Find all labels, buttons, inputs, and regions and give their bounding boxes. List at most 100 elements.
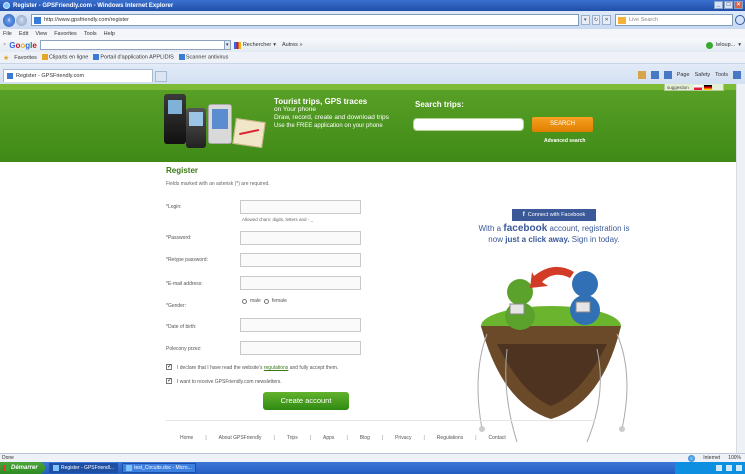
password-field[interactable] — [240, 231, 361, 245]
tools-menu[interactable]: Tools — [715, 72, 728, 78]
login-field[interactable] — [240, 200, 361, 214]
google-account[interactable]: leloup... — [716, 42, 735, 48]
print-icon[interactable] — [663, 71, 672, 79]
referral-label: Polecony przez: — [166, 346, 202, 352]
windows-taskbar: Démarrer Register - GPSFriendl... test_C… — [0, 462, 745, 474]
favorites-star-icon[interactable]: ★ — [3, 54, 9, 62]
tab-favicon — [7, 73, 13, 79]
footer-blog-link[interactable]: Blog — [360, 435, 370, 441]
favorite-item-cliparts[interactable]: Cliparts en ligne — [41, 54, 88, 61]
menu-edit[interactable]: Edit — [19, 31, 28, 37]
taskbar-item-ie[interactable]: Register - GPSFriendl... — [49, 463, 119, 473]
close-toolbar-icon[interactable]: × — [3, 42, 6, 48]
footer-trips-link[interactable]: Trips — [287, 435, 298, 441]
help-icon[interactable] — [733, 71, 741, 79]
new-tab-button[interactable] — [155, 71, 167, 82]
gender-label: *Gender: — [166, 303, 187, 309]
flag-pl-icon[interactable] — [693, 84, 702, 90]
search-trips-input[interactable] — [413, 118, 524, 131]
tray-icon[interactable] — [736, 465, 742, 471]
status-right: Internet 100% — [688, 454, 741, 462]
green-figure-head — [507, 279, 533, 305]
menu-help[interactable]: Help — [104, 31, 115, 37]
feeds-icon[interactable] — [650, 71, 659, 79]
tab-register[interactable]: Register - GPSFriendly.com — [3, 69, 153, 82]
footer-about-link[interactable]: About GPSFriendly — [219, 435, 262, 441]
google-search-button[interactable]: Rechercher ▾ — [233, 41, 276, 49]
footer-regulations-link[interactable]: Regulations — [437, 435, 463, 441]
banner-tagline: Tourist trips, GPS traces on Your phone … — [274, 98, 389, 130]
google-more-button[interactable]: Autres » — [282, 42, 302, 48]
tray-icon[interactable] — [716, 465, 722, 471]
zoom-level[interactable]: 100% — [728, 455, 741, 461]
menu-file[interactable]: File — [3, 31, 12, 37]
gender-male-radio[interactable] — [242, 298, 247, 304]
footer-privacy-link[interactable]: Privacy — [395, 435, 411, 441]
maximize-button[interactable]: □ — [724, 1, 733, 9]
suggestion-label: suggestion — [667, 84, 689, 90]
google-search-icon — [233, 41, 241, 49]
search-trips-title: Search trips: — [415, 100, 464, 109]
blue-figure-head — [572, 271, 598, 297]
live-search-input[interactable]: Live Search — [615, 14, 734, 26]
safety-menu[interactable]: Safety — [695, 72, 711, 78]
banner-highlight — [0, 84, 736, 90]
minimize-button[interactable]: _ — [714, 1, 723, 9]
terms-checkbox[interactable]: ✓ — [166, 364, 172, 370]
retype-password-field[interactable] — [240, 253, 361, 267]
refresh-button[interactable]: ↻ — [591, 15, 601, 25]
ie-icon — [3, 2, 10, 9]
gender-female-label: female — [271, 298, 287, 304]
tab-title: Register - GPSFriendly.com — [16, 73, 85, 79]
window-titlebar: Register - GPSFriendly.com - Windows Int… — [0, 0, 745, 11]
google-search-input[interactable] — [39, 40, 225, 50]
internet-zone-icon — [688, 454, 696, 462]
tray-icon[interactable] — [726, 465, 732, 471]
smartphone-device-icon — [208, 104, 232, 144]
search-button[interactable]: SEARCH — [532, 117, 593, 132]
create-account-button[interactable]: Create account — [263, 392, 349, 410]
start-button[interactable]: Démarrer — [0, 462, 45, 474]
google-search-dropdown[interactable]: ▾ — [224, 40, 231, 50]
home-icon[interactable] — [637, 71, 646, 79]
google-search-label: Rechercher — [242, 42, 272, 48]
window-title: Register - GPSFriendly.com - Windows Int… — [13, 2, 174, 9]
zone-label: Internet — [703, 455, 721, 461]
favorite-item-scanner[interactable]: Scanner antivirus — [178, 54, 228, 61]
footer-apps-link[interactable]: Apps — [323, 435, 334, 441]
window-controls: _ □ × — [714, 1, 743, 9]
vertical-scrollbar[interactable] — [736, 84, 745, 453]
menu-view[interactable]: View — [35, 31, 47, 37]
footer-home-link[interactable]: Home — [180, 435, 193, 441]
page-menu[interactable]: Page — [677, 72, 690, 78]
favorite-item-applidis[interactable]: Portail d'application APPLIDIS — [93, 54, 174, 61]
gps-device-icon — [509, 303, 525, 315]
page-content: suggestion Tourist trips, GPS traces on … — [0, 84, 745, 453]
search-icon[interactable] — [735, 15, 745, 25]
footer-contact-link[interactable]: Contact — [489, 435, 506, 441]
dob-field[interactable] — [240, 318, 361, 332]
status-bar: Done Internet 100% — [0, 453, 745, 462]
language-selector[interactable]: suggestion — [664, 84, 724, 91]
stop-button[interactable]: ✕ — [602, 15, 611, 25]
compat-view-button[interactable]: ▾ — [580, 15, 590, 25]
tab-row: Register - GPSFriendly.com Page Safety T… — [0, 64, 745, 84]
favorites-label[interactable]: Favorites — [14, 55, 37, 61]
flag-de-icon[interactable] — [703, 84, 712, 90]
menu-favorites[interactable]: Favorites — [54, 31, 77, 37]
footer-separator: | — [475, 435, 477, 441]
promo-now: now — [488, 235, 503, 244]
forward-button[interactable]: › — [16, 14, 28, 26]
advanced-search-link[interactable]: Advanced search — [544, 138, 585, 144]
facebook-connect-button[interactable]: f Connect with Facebook — [512, 209, 596, 221]
regulations-link[interactable]: regulations — [264, 365, 288, 371]
gender-female-radio[interactable] — [263, 298, 269, 304]
taskbar-item-word[interactable]: test_Circuits.doc - Micro... — [122, 463, 196, 473]
menu-tools[interactable]: Tools — [84, 31, 97, 37]
referral-field[interactable] — [240, 341, 361, 355]
address-bar[interactable]: http://www.gpsfriendly.com/register — [31, 14, 579, 26]
email-field[interactable] — [240, 276, 361, 290]
close-button[interactable]: × — [734, 1, 743, 9]
back-button[interactable]: ‹ — [3, 13, 16, 27]
newsletter-checkbox[interactable]: ✓ — [166, 378, 172, 384]
